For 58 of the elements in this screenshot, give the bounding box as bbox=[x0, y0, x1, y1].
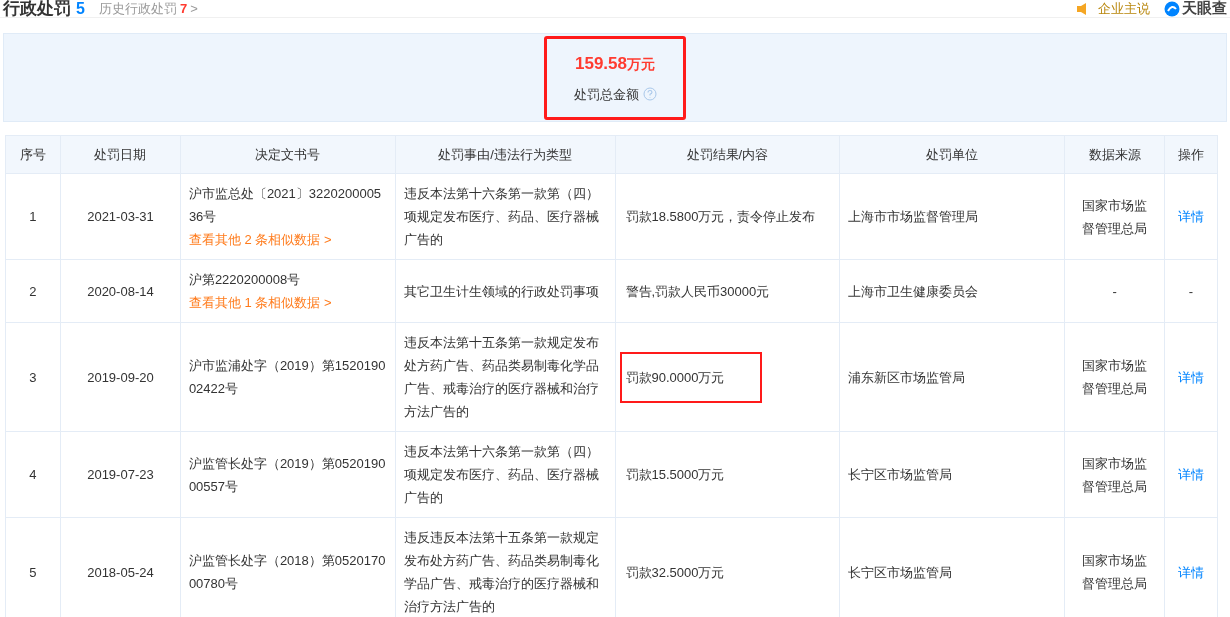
table-cell-text: 罚款18.5800万元，责令停止发布 bbox=[624, 208, 817, 226]
table-cell-text: 罚款32.5000万元 bbox=[624, 563, 726, 582]
table-cell: 1 bbox=[6, 174, 61, 260]
table-cell-text: 沪市监浦处字（2019）第152019002422号 bbox=[188, 357, 387, 398]
table-cell: 国家市场监督管理总局 bbox=[1065, 432, 1166, 518]
table-cell: 2019-07-23 bbox=[60, 432, 181, 518]
table-cell: 2021-03-31 bbox=[60, 174, 181, 260]
table-cell: 罚款90.0000万元 bbox=[619, 351, 762, 403]
count: 5 bbox=[76, 0, 85, 19]
details-link[interactable]: 详情 bbox=[1178, 463, 1205, 486]
total-label: 处罚总金额 bbox=[573, 85, 639, 104]
table-cell-text: 沪监管长处字（2019）第052019000557号 bbox=[188, 454, 387, 496]
column-header: 处罚单位 bbox=[840, 136, 1066, 174]
history-link[interactable]: 历史行政处罚 7 > bbox=[98, 0, 198, 19]
table-cell: 国家市场监督管理总局 bbox=[1065, 518, 1166, 617]
similar-data-link[interactable]: 查看其他 1 条相似数据 > bbox=[188, 291, 387, 314]
help-icon[interactable] bbox=[642, 87, 657, 102]
table-cell: 上海市市场监督管理局 bbox=[840, 174, 1066, 260]
table-cell: 2020-08-14 bbox=[60, 260, 181, 323]
table-cell: 3 bbox=[6, 323, 61, 432]
table-cell: 长宁区市场监管局 bbox=[840, 518, 1066, 617]
table-cell: - bbox=[1065, 260, 1166, 323]
table-cell: 上海市卫生健康委员会 bbox=[840, 260, 1066, 323]
table-cell: 其它卫生计生领域的行政处罚事项 bbox=[395, 260, 616, 323]
column-header: 决定文书号 bbox=[180, 136, 396, 174]
table-cell: 违反本法第十五条第一款规定发布处方药广告、药品类易制毒化学品广告、戒毒治疗的医疗器械和治疗方法广告的 bbox=[395, 323, 616, 432]
table-cell: 违反本法第十六条第一款第（四）项规定发布医疗、药品、医疗器械广告的 bbox=[395, 174, 616, 260]
details-link[interactable]: 详情 bbox=[1178, 205, 1205, 228]
company-says-link[interactable]: 企业主说 bbox=[1098, 0, 1150, 19]
table-cell: 国家市场监督管理总局 bbox=[1065, 174, 1166, 260]
column-header: 序号 bbox=[6, 136, 61, 174]
table-cell: 2018-05-24 bbox=[60, 518, 181, 617]
column-header: 数据来源 bbox=[1065, 136, 1166, 174]
details-link[interactable]: 详情 bbox=[1178, 560, 1205, 584]
total-amount: 159.58万元 bbox=[575, 53, 655, 75]
table-cell: 2019-09-20 bbox=[60, 323, 181, 432]
table-cell: 违反本法第十六条第一款第（四）项规定发布医疗、药品、医疗器械广告的 bbox=[395, 432, 616, 518]
column-header: 处罚事由/违法行为类型 bbox=[395, 136, 616, 174]
table-cell-text: 沪市监总处〔2021〕322020000536号 bbox=[188, 185, 383, 226]
table-cell-text: - bbox=[1188, 282, 1194, 301]
details-link[interactable]: 详情 bbox=[1178, 365, 1205, 389]
table-cell: 违反违反本法第十五条第一款规定发布处方药广告、药品类易制毒化学品广告、戒毒治疗的医疗器械和治疗方法广告的 bbox=[395, 518, 616, 617]
table-cell-text: 警告,罚款人民币30000元 bbox=[624, 282, 771, 301]
section-title: 行政处罚 bbox=[3, 0, 71, 20]
table-cell: 浦东新区市场监管局 bbox=[840, 323, 1066, 432]
table-cell: 2 bbox=[6, 260, 61, 323]
table-cell: 长宁区市场监管局 bbox=[840, 432, 1066, 518]
table-cell-text: 沪监管长处字（2018）第052017000780号 bbox=[188, 552, 387, 593]
brand-logo-text: 天眼查 bbox=[1182, 0, 1227, 19]
table-cell-text: 沪第2220200008号 bbox=[188, 271, 302, 289]
column-header: 处罚日期 bbox=[60, 136, 181, 174]
table-cell: 4 bbox=[6, 432, 61, 518]
similar-data-link[interactable]: 查看其他 2 条相似数据 > bbox=[188, 228, 387, 251]
table-cell: 国家市场监督管理总局 bbox=[1065, 323, 1166, 432]
column-header: 处罚结果/内容 bbox=[615, 136, 841, 174]
table-cell: 5 bbox=[6, 518, 61, 617]
column-header: 操作 bbox=[1165, 136, 1218, 174]
table-cell-text: 罚款15.5000万元 bbox=[624, 466, 726, 484]
